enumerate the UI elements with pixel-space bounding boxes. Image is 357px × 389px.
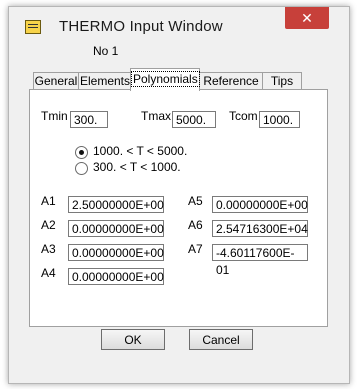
tab-tips[interactable]: Tips (262, 72, 302, 90)
thermo-input-window: THERMO Input Window ✕ No 1 General Eleme… (8, 6, 350, 384)
a2-label: A2 (41, 218, 56, 232)
tab-general[interactable]: General (33, 72, 79, 90)
a1-label: A1 (41, 194, 56, 208)
range-high-label: 1000. < T < 5000. (93, 144, 188, 158)
ok-button[interactable]: OK (101, 329, 165, 350)
a6-input[interactable]: 2.54716300E+04 (212, 220, 308, 237)
a2-input[interactable]: 0.00000000E+00 (68, 220, 164, 237)
a6-label: A6 (188, 218, 203, 232)
a7-input[interactable]: -4.60117600E-01 (212, 244, 308, 277)
a7-label: A7 (188, 242, 203, 256)
tab-polynomials[interactable]: Polynomials (130, 68, 200, 91)
cancel-button[interactable]: Cancel (189, 329, 253, 350)
a5-label: A5 (188, 194, 203, 208)
a4-label: A4 (41, 266, 56, 280)
close-button[interactable]: ✕ (285, 7, 329, 29)
tab-polynomials-label: Polynomials (131, 71, 200, 87)
tcom-input[interactable]: 1000. (259, 111, 300, 128)
range-low-label: 300. < T < 1000. (93, 160, 181, 174)
a5-input[interactable]: 0.00000000E+00 (212, 196, 308, 213)
app-icon[interactable] (25, 20, 41, 34)
tmax-label: Tmax (141, 109, 171, 123)
tmax-input[interactable]: 5000. (172, 111, 216, 128)
range-high-radio[interactable] (75, 146, 88, 159)
a3-label: A3 (41, 242, 56, 256)
a4-input[interactable]: 0.00000000E+00 (68, 268, 164, 285)
client-area: No 1 General Elements Polynomials Refere… (17, 41, 339, 376)
polynomials-panel: Tmin 300. Tmax 5000. Tcom 1000. 1000. < … (29, 89, 328, 327)
tab-reference[interactable]: Reference (199, 72, 263, 90)
window-title: THERMO Input Window (59, 18, 223, 35)
tmin-label: Tmin (41, 109, 68, 123)
a1-input[interactable]: 2.50000000E+00 (68, 196, 164, 213)
a3-input[interactable]: 0.00000000E+00 (68, 244, 164, 261)
tmin-input[interactable]: 300. (70, 111, 108, 128)
range-low-radio[interactable] (75, 162, 88, 175)
tcom-label: Tcom (229, 109, 258, 123)
tab-elements[interactable]: Elements (78, 72, 132, 90)
record-number: No 1 (93, 44, 119, 58)
